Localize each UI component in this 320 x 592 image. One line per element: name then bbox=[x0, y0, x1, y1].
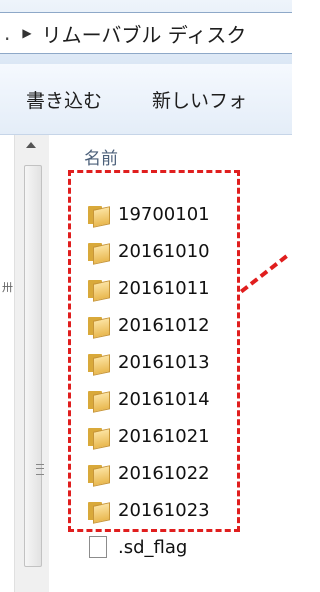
column-header-name[interactable]: 名前 bbox=[84, 144, 118, 169]
item-name: .sd_flag bbox=[118, 536, 188, 558]
toolbar: 書き込む 新しいフォ bbox=[0, 64, 292, 135]
window-edge bbox=[288, 135, 292, 592]
breadcrumb-arrow-icon[interactable]: ▶ bbox=[22, 26, 31, 40]
new-folder-button[interactable]: 新しいフォ bbox=[152, 86, 247, 113]
address-box[interactable]: . ▶ リムーバブル ディスク bbox=[0, 12, 292, 54]
list-item[interactable]: .sd_flag bbox=[87, 532, 187, 562]
scroll-grip-icon bbox=[36, 464, 44, 475]
file-icon bbox=[89, 536, 107, 558]
scroll-up-arrow-icon[interactable] bbox=[26, 142, 36, 148]
highlight-box bbox=[68, 170, 240, 532]
navigation-scrollbar[interactable] bbox=[14, 135, 50, 592]
scroll-thumb[interactable] bbox=[24, 165, 42, 567]
burn-button[interactable]: 書き込む bbox=[26, 86, 102, 113]
address-bar: . ▶ リムーバブル ディスク bbox=[0, 0, 292, 65]
address-prefix: . bbox=[4, 21, 11, 45]
breadcrumb-removable-disk[interactable]: リムーバブル ディスク bbox=[42, 19, 247, 48]
navigation-pane-mark: 卅 bbox=[2, 281, 13, 294]
explorer-window: . ▶ リムーバブル ディスク 書き込む 新しいフォ 卅 名前 19700101… bbox=[0, 0, 292, 592]
navigation-pane[interactable]: 卅 bbox=[0, 135, 14, 592]
